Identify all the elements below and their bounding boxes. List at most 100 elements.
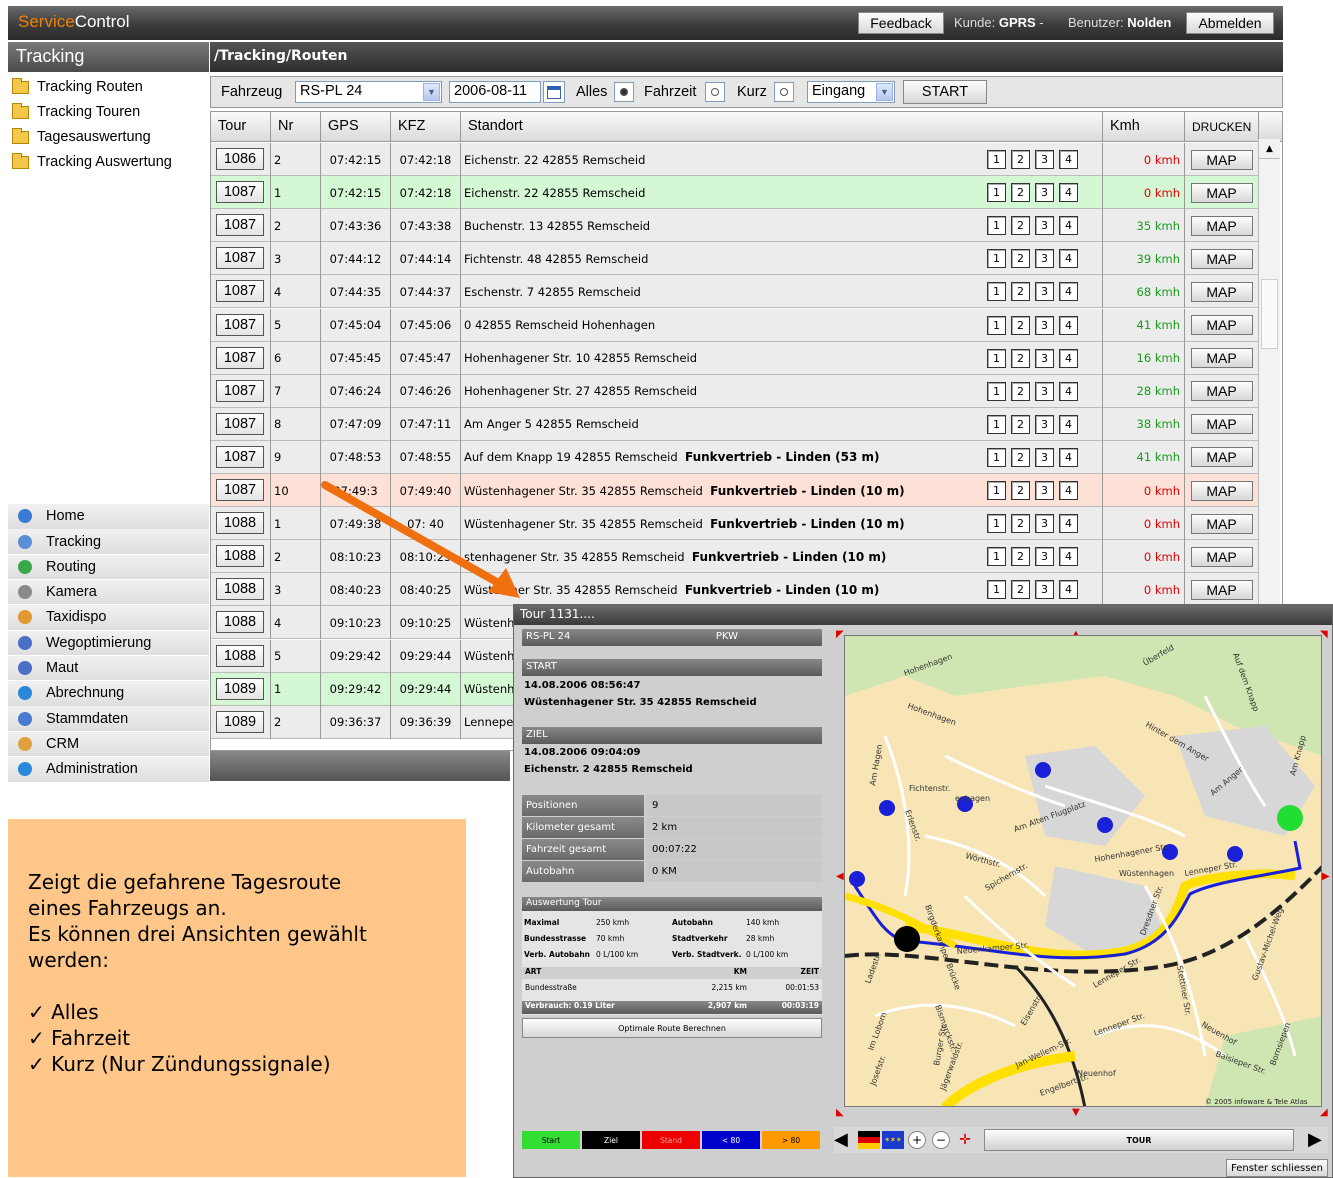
center-map-icon[interactable]: ✛ — [956, 1131, 974, 1149]
vehicle-select[interactable]: RS-PL 24 ▼ — [295, 81, 442, 103]
number-button[interactable]: 1 — [987, 447, 1006, 467]
start-button[interactable]: START — [903, 80, 987, 104]
nav-item-wegoptimierung[interactable]: Wegoptimierung — [8, 630, 209, 656]
zoom-out-icon[interactable]: − — [932, 1131, 950, 1149]
number-button[interactable]: 2 — [1011, 150, 1030, 169]
number-button[interactable]: 4 — [1059, 447, 1078, 467]
number-button[interactable]: 4 — [1059, 580, 1078, 600]
pan-west-icon[interactable]: ◀ — [836, 871, 844, 882]
map-button[interactable]: MAP — [1190, 348, 1253, 369]
number-button[interactable]: 2 — [1011, 447, 1030, 467]
pan-south-icon[interactable]: ▼ — [1072, 1107, 1080, 1118]
map-button[interactable]: MAP — [1190, 579, 1253, 600]
number-button[interactable]: 4 — [1059, 547, 1078, 567]
direction-select[interactable]: Eingang ▼ — [807, 81, 895, 103]
map-button[interactable]: MAP — [1190, 248, 1253, 269]
map-button[interactable]: MAP — [1190, 513, 1253, 534]
number-button[interactable]: 4 — [1059, 183, 1078, 203]
number-button[interactable]: 1 — [987, 150, 1006, 169]
tour-button[interactable]: 1088 — [216, 545, 264, 568]
number-button[interactable]: 4 — [1059, 381, 1078, 401]
number-button[interactable]: 4 — [1059, 282, 1078, 302]
tour-button[interactable]: 1087 — [216, 379, 264, 402]
prev-arrow-icon[interactable]: ◀ — [834, 1129, 848, 1150]
nav-item-routing[interactable]: Routing — [8, 554, 209, 581]
nav-item-abrechnung[interactable]: Abrechnung — [8, 681, 209, 707]
number-button[interactable]: 3 — [1035, 580, 1054, 600]
tour-button[interactable]: 1088 — [216, 644, 264, 667]
col-header-gps[interactable]: GPS — [321, 112, 391, 142]
nav-item-maut[interactable]: Maut — [8, 655, 209, 682]
tour-button[interactable]: 1087 — [216, 346, 264, 369]
option-short-radio[interactable] — [774, 82, 794, 102]
number-button[interactable]: 3 — [1035, 381, 1054, 401]
number-button[interactable]: 3 — [1035, 216, 1054, 236]
table-row[interactable]: 1087 3 07:44:12 07:44:14 Fichtenstr. 48 4285… — [211, 242, 1259, 276]
number-button[interactable]: 2 — [1011, 183, 1030, 203]
number-button[interactable]: 2 — [1011, 216, 1030, 236]
col-header-kmh[interactable]: Kmh — [1103, 112, 1185, 142]
tour-button[interactable]: 1087 — [216, 313, 264, 336]
optimal-route-button[interactable]: Optimale Route Berechnen — [522, 1018, 822, 1038]
number-button[interactable]: 4 — [1059, 348, 1078, 368]
number-button[interactable]: 3 — [1035, 348, 1054, 368]
table-row[interactable]: 1087 9 07:48:53 07:48:55 Auf dem Knapp 19 42… — [211, 440, 1259, 474]
number-button[interactable]: 1 — [987, 183, 1006, 203]
number-button[interactable]: 2 — [1011, 414, 1030, 434]
tree-item-tracking-touren[interactable]: Tracking Touren — [12, 100, 140, 124]
number-button[interactable]: 3 — [1035, 315, 1054, 335]
number-button[interactable]: 1 — [987, 216, 1006, 236]
pan-southwest-icon[interactable]: ◣ — [836, 1107, 844, 1118]
pan-east-icon[interactable]: ▶ — [1322, 871, 1330, 882]
number-button[interactable]: 3 — [1035, 547, 1054, 567]
tour-button[interactable]: 1087 — [216, 479, 264, 501]
route-map[interactable]: Hohenhagen Überfeld Auf dem Knapp Hohenhage… — [844, 635, 1322, 1107]
table-row[interactable]: 1087 4 07:44:35 07:44:37 Eschenstr. 7 42855 … — [211, 275, 1259, 309]
map-button[interactable]: MAP — [1190, 315, 1253, 335]
map-button[interactable]: MAP — [1190, 281, 1253, 302]
pan-northwest-icon[interactable]: ◤ — [836, 629, 844, 640]
map-button[interactable]: MAP — [1190, 414, 1253, 435]
nav-item-home[interactable]: Home — [8, 504, 209, 530]
number-button[interactable]: 2 — [1011, 580, 1030, 600]
europe-flag-icon[interactable]: ✶✶✶ — [882, 1131, 904, 1149]
nav-item-kamera[interactable]: Kamera — [8, 579, 209, 606]
number-button[interactable]: 4 — [1059, 216, 1078, 236]
nav-item-crm[interactable]: CRM — [8, 731, 209, 758]
next-arrow-icon[interactable]: ▶ — [1308, 1129, 1322, 1150]
tour-button[interactable]: 1089 — [216, 710, 264, 733]
number-button[interactable]: 1 — [987, 514, 1006, 534]
tour-button[interactable]: 1088 — [216, 611, 264, 634]
pan-southeast-icon[interactable]: ◢ — [1320, 1107, 1328, 1118]
number-button[interactable]: 2 — [1011, 348, 1030, 368]
number-button[interactable]: 3 — [1035, 414, 1054, 434]
germany-flag-icon[interactable] — [858, 1131, 880, 1149]
number-button[interactable]: 3 — [1035, 447, 1054, 467]
number-button[interactable]: 4 — [1059, 514, 1078, 534]
number-button[interactable]: 4 — [1059, 315, 1078, 335]
table-row[interactable]: 1087 1 07:42:15 07:42:18 Eichenstr. 22 42855… — [211, 176, 1259, 210]
map-button[interactable]: MAP — [1190, 215, 1253, 236]
nav-item-taxidispo[interactable]: Taxidispo — [8, 605, 209, 631]
number-button[interactable]: 1 — [987, 414, 1006, 434]
number-button[interactable]: 3 — [1035, 249, 1054, 269]
number-button[interactable]: 2 — [1011, 481, 1030, 500]
number-button[interactable]: 1 — [987, 348, 1006, 368]
table-row[interactable]: 1087 7 07:46:24 07:46:26 Hohenhagener Str. 2… — [211, 374, 1259, 408]
number-button[interactable]: 1 — [987, 249, 1006, 269]
logout-button[interactable]: Abmelden — [1186, 12, 1274, 34]
table-row[interactable]: 1087 8 07:47:09 07:47:11 Am Anger 5 42855 Re… — [211, 407, 1259, 441]
tour-button[interactable]: 1089 — [216, 677, 264, 700]
number-button[interactable]: 1 — [987, 381, 1006, 401]
number-button[interactable]: 1 — [987, 580, 1006, 600]
col-header-standort[interactable]: Standort — [461, 112, 1103, 142]
number-button[interactable]: 2 — [1011, 282, 1030, 302]
number-button[interactable]: 2 — [1011, 514, 1030, 534]
option-drive-radio[interactable] — [705, 82, 725, 102]
tour-button[interactable]: 1087 — [216, 280, 264, 303]
number-button[interactable]: 1 — [987, 315, 1006, 335]
table-row[interactable]: 1087 5 07:45:04 07:45:06 0 42855 Remscheid H… — [211, 308, 1259, 342]
nav-item-administration[interactable]: Administration — [8, 757, 209, 783]
table-row[interactable]: 1086 2 07:42:15 07:42:18 Eichenstr. 22 42855… — [211, 143, 1259, 176]
number-button[interactable]: 3 — [1035, 282, 1054, 302]
